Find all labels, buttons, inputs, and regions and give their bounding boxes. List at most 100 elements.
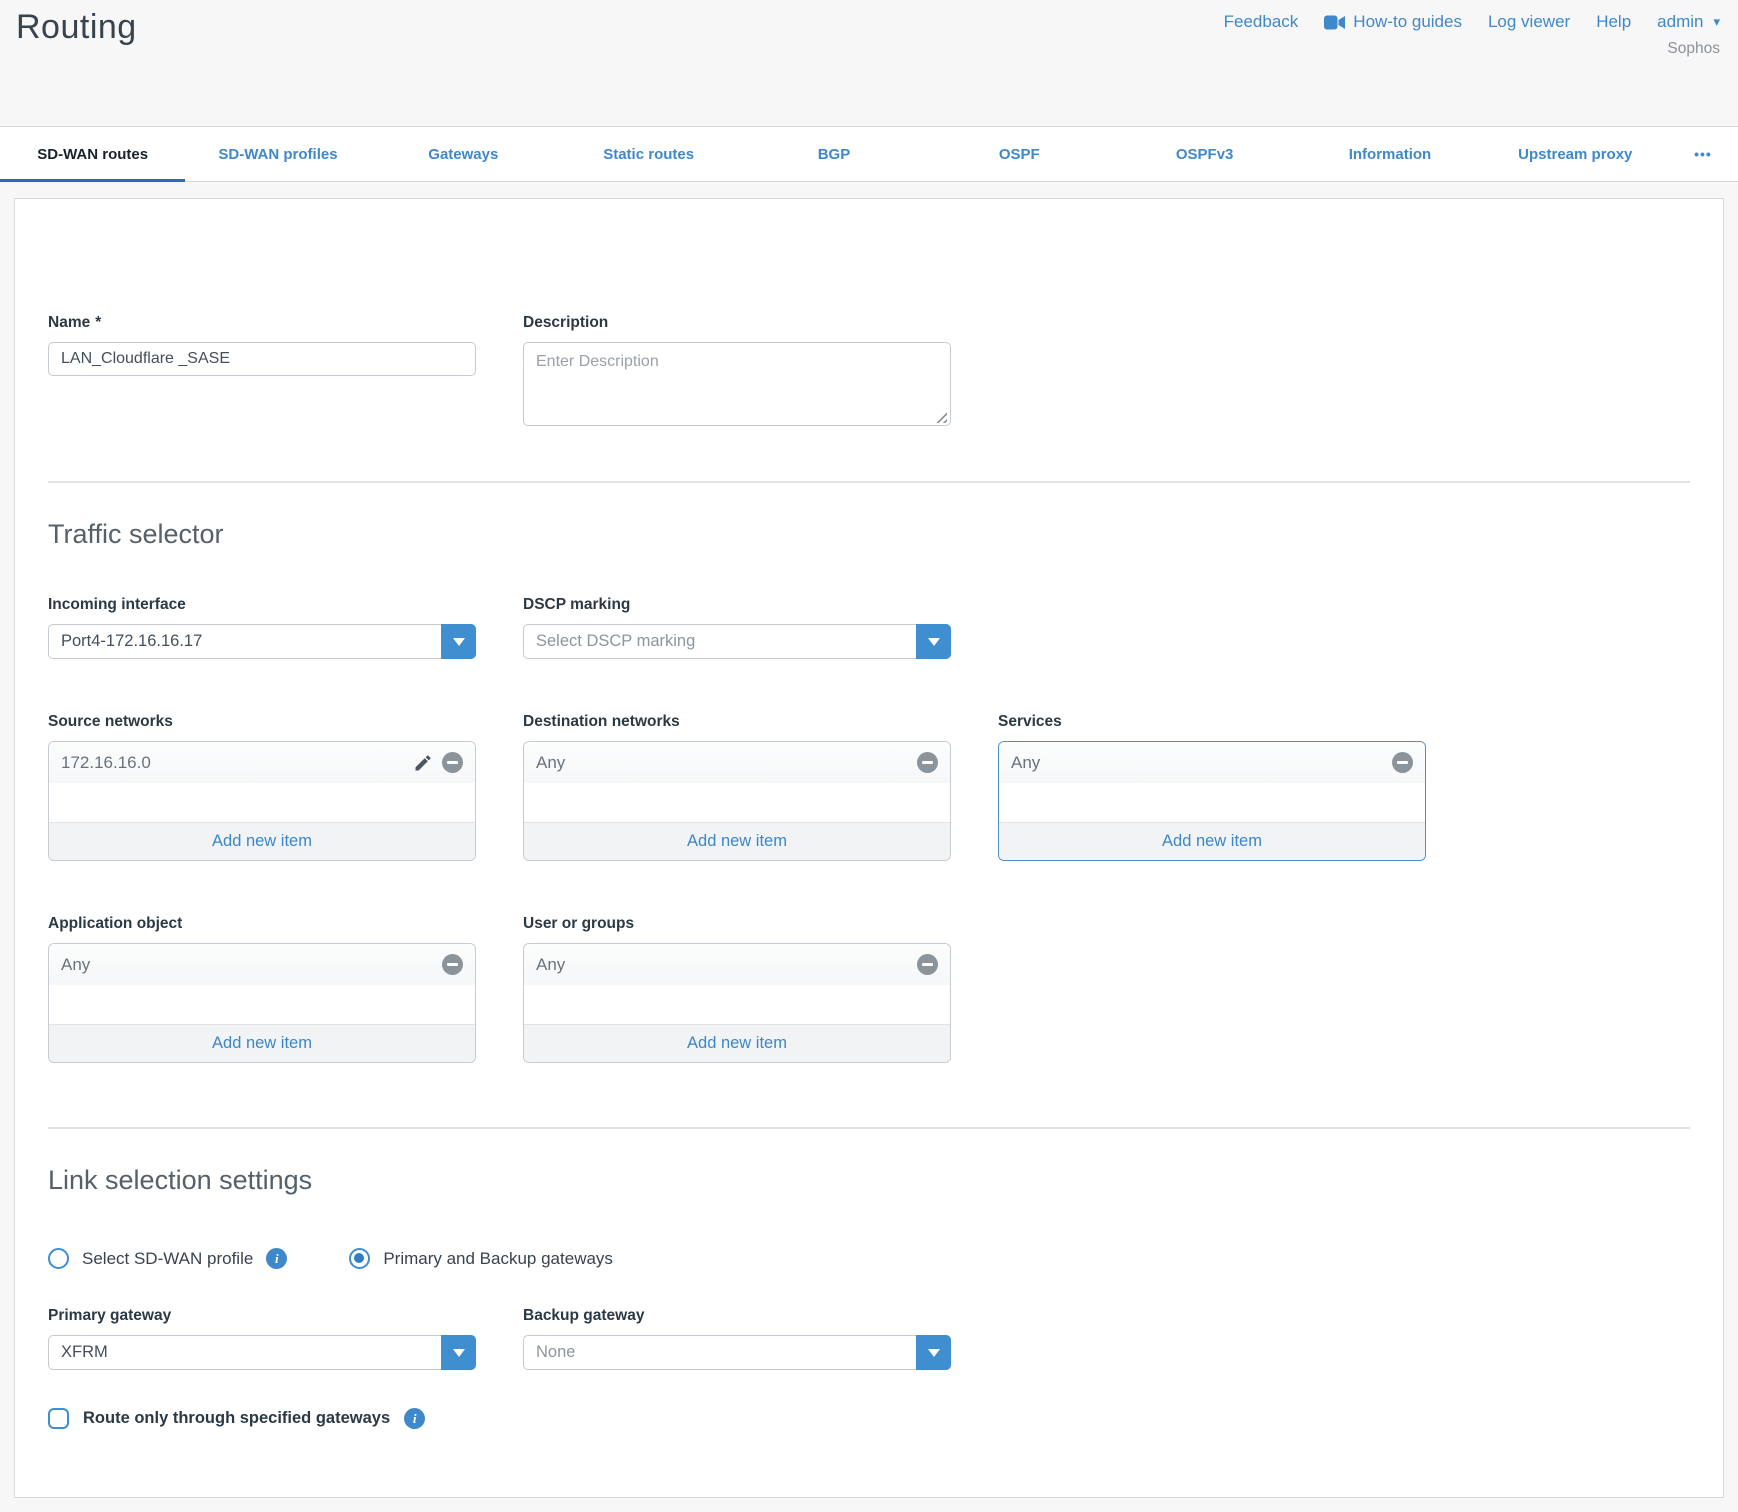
chevron-down-icon[interactable] — [916, 624, 951, 659]
incoming-interface-group: Incoming interface Port4-172.16.16.17 — [48, 596, 476, 659]
user-or-groups-label: User or groups — [523, 915, 951, 933]
add-new-item-button[interactable]: Add new item — [524, 1024, 950, 1062]
radio-icon[interactable] — [48, 1248, 69, 1269]
chevron-down-icon[interactable] — [441, 624, 476, 659]
user-or-groups-group: User or groups Any Add new item — [523, 915, 951, 1063]
list-item: Any — [49, 944, 475, 985]
description-label: Description — [523, 314, 951, 332]
edit-pencil-icon[interactable] — [413, 753, 433, 773]
backup-gateway-label: Backup gateway — [523, 1307, 951, 1325]
list-empty-area — [49, 985, 475, 1024]
user-or-groups-value: Any — [536, 955, 917, 975]
tab-ospf[interactable]: OSPF — [927, 127, 1112, 181]
add-new-item-button[interactable]: Add new item — [49, 1024, 475, 1062]
name-field-group: Name * — [48, 314, 476, 431]
list-item: 172.16.16.0 — [49, 742, 475, 783]
tab-bar: SD-WAN routes SD-WAN profiles Gateways S… — [0, 126, 1738, 182]
list-item: Any — [524, 742, 950, 783]
primary-gateway-label-text: Primary gateway — [48, 1307, 171, 1325]
incoming-interface-select[interactable]: Port4-172.16.16.17 — [48, 624, 476, 659]
list-item: Any — [524, 944, 950, 985]
list-empty-area — [49, 783, 475, 822]
user-or-groups-label-text: User or groups — [523, 915, 634, 933]
services-group: Services Any Add new item — [998, 713, 1426, 861]
primary-gateway-label: Primary gateway — [48, 1307, 476, 1325]
dscp-marking-group: DSCP marking Select DSCP marking — [523, 596, 951, 659]
source-networks-label: Source networks — [48, 713, 476, 731]
radio-primary-backup-label: Primary and Backup gateways — [383, 1249, 613, 1269]
destination-networks-label: Destination networks — [523, 713, 951, 731]
howto-guides-label: How-to guides — [1353, 12, 1462, 32]
help-label: Help — [1596, 12, 1631, 32]
services-label-text: Services — [998, 713, 1062, 731]
feedback-label: Feedback — [1224, 12, 1299, 32]
tab-upstream-proxy[interactable]: Upstream proxy — [1483, 127, 1668, 181]
services-listbox: Any Add new item — [998, 741, 1426, 861]
add-new-item-button[interactable]: Add new item — [524, 822, 950, 860]
page-title: Routing — [16, 8, 137, 47]
remove-item-icon[interactable] — [1392, 752, 1413, 773]
brand-label: Sophos — [1667, 40, 1720, 58]
application-object-group: Application object Any Add new item — [48, 915, 476, 1063]
info-icon[interactable] — [266, 1248, 287, 1269]
tab-sdwan-routes[interactable]: SD-WAN routes — [0, 127, 185, 181]
description-field-group: Description — [523, 314, 951, 431]
route-only-checkbox-row: Route only through specified gateways — [48, 1408, 1690, 1429]
traffic-selector-heading: Traffic selector — [48, 519, 1690, 550]
required-marker: * — [95, 314, 101, 332]
list-item: Any — [999, 742, 1425, 783]
tab-bgp[interactable]: BGP — [741, 127, 926, 181]
route-only-checkbox[interactable] — [48, 1408, 69, 1429]
route-only-checkbox-label: Route only through specified gateways — [83, 1409, 390, 1428]
primary-gateway-select[interactable]: XFRM — [48, 1335, 476, 1370]
radio-sdwan-profile-label: Select SD-WAN profile — [82, 1249, 253, 1269]
tab-information[interactable]: Information — [1297, 127, 1482, 181]
sdwan-route-form-panel: Name * Description Traffic selector Inco… — [14, 198, 1724, 1498]
tab-ospfv3[interactable]: OSPFv3 — [1112, 127, 1297, 181]
admin-label: admin — [1657, 12, 1703, 32]
link-selection-mode-options: Select SD-WAN profile Primary and Backup… — [48, 1248, 1690, 1269]
source-network-value: 172.16.16.0 — [61, 753, 413, 773]
application-object-value: Any — [61, 955, 442, 975]
remove-item-icon[interactable] — [442, 752, 463, 773]
info-icon[interactable] — [404, 1408, 425, 1429]
help-link[interactable]: Help — [1596, 12, 1631, 32]
link-selection-heading: Link selection settings — [48, 1165, 1690, 1196]
dscp-marking-placeholder: Select DSCP marking — [524, 632, 695, 651]
admin-menu[interactable]: admin ▾ — [1657, 12, 1720, 32]
remove-item-icon[interactable] — [917, 752, 938, 773]
log-viewer-link[interactable]: Log viewer — [1488, 12, 1570, 32]
feedback-link[interactable]: Feedback — [1224, 12, 1299, 32]
tab-sdwan-profiles[interactable]: SD-WAN profiles — [185, 127, 370, 181]
log-viewer-label: Log viewer — [1488, 12, 1570, 32]
service-value: Any — [1011, 753, 1392, 773]
add-new-item-button[interactable]: Add new item — [999, 822, 1425, 860]
incoming-interface-value: Port4-172.16.16.17 — [49, 632, 202, 651]
radio-select-sdwan-profile[interactable]: Select SD-WAN profile — [48, 1248, 287, 1269]
services-label: Services — [998, 713, 1426, 731]
caret-down-icon: ▾ — [1713, 14, 1720, 30]
howto-guides-link[interactable]: How-to guides — [1324, 12, 1462, 32]
application-object-listbox: Any Add new item — [48, 943, 476, 1063]
backup-gateway-group: Backup gateway None — [523, 1307, 951, 1370]
section-divider — [48, 1127, 1690, 1129]
application-object-label-text: Application object — [48, 915, 182, 933]
remove-item-icon[interactable] — [442, 954, 463, 975]
chevron-down-icon[interactable] — [916, 1335, 951, 1370]
tab-static-routes[interactable]: Static routes — [556, 127, 741, 181]
name-label-text: Name — [48, 314, 90, 332]
remove-item-icon[interactable] — [917, 954, 938, 975]
backup-gateway-select[interactable]: None — [523, 1335, 951, 1370]
radio-primary-backup-gateways[interactable]: Primary and Backup gateways — [349, 1248, 613, 1269]
chevron-down-icon[interactable] — [441, 1335, 476, 1370]
radio-icon[interactable] — [349, 1248, 370, 1269]
more-tabs-button[interactable]: ••• — [1668, 127, 1738, 181]
tab-gateways[interactable]: Gateways — [371, 127, 556, 181]
dscp-marking-select[interactable]: Select DSCP marking — [523, 624, 951, 659]
add-new-item-button[interactable]: Add new item — [49, 822, 475, 860]
name-input[interactable] — [48, 342, 476, 376]
description-textarea[interactable] — [523, 342, 951, 426]
name-label: Name * — [48, 314, 476, 332]
page-header: Routing Feedback How-to guides Log viewe… — [0, 0, 1738, 126]
destination-networks-group: Destination networks Any Add new item — [523, 713, 951, 861]
